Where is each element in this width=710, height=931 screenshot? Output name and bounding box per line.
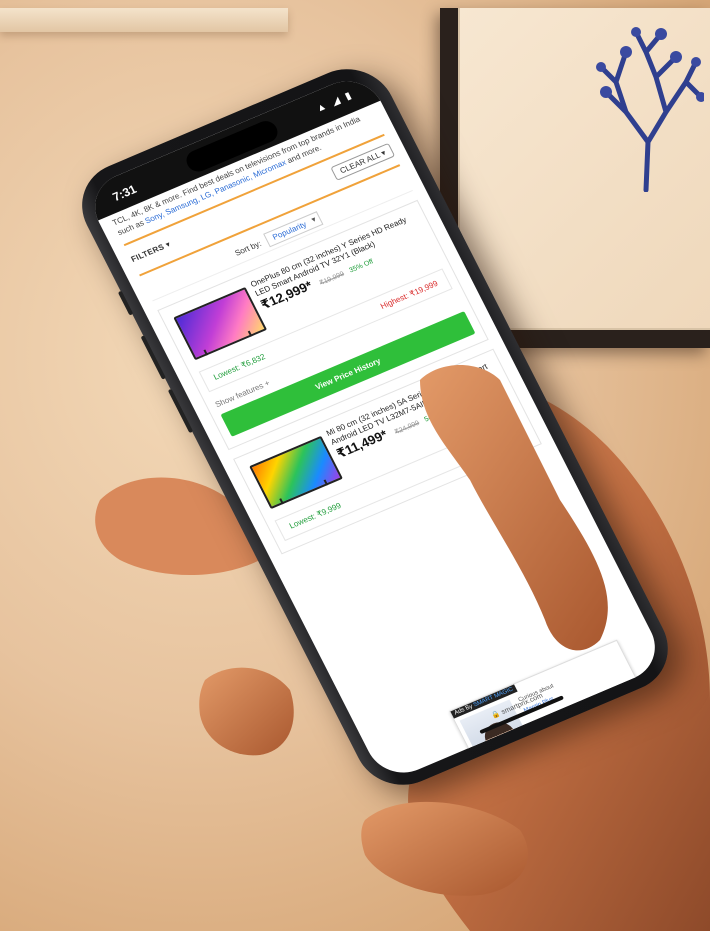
product-discount: 35% Off xyxy=(348,258,375,275)
sort-label: Sort by: xyxy=(233,238,263,258)
status-time: 7:31 xyxy=(110,182,139,204)
picture-mat xyxy=(458,8,710,330)
highest-price: Highest: ₹19,999 xyxy=(454,427,516,460)
sort-select[interactable]: Popularity xyxy=(263,210,323,247)
product-discount: 54% Off xyxy=(423,407,450,424)
wall-shelf xyxy=(0,8,288,32)
product-mrp: ₹19,999 xyxy=(318,271,346,288)
coral-artwork xyxy=(596,27,704,192)
product-mrp: ₹24,999 xyxy=(393,420,421,437)
highest-price: Highest: ₹19,999 xyxy=(378,278,440,311)
lowest-price: Lowest: ₹6,832 xyxy=(211,351,267,382)
filters-button[interactable]: FILTERS ▾ xyxy=(130,240,173,264)
lowest-price: Lowest: ₹9,999 xyxy=(287,500,343,531)
status-icons: ▲ ◢ ▮ xyxy=(314,89,356,115)
